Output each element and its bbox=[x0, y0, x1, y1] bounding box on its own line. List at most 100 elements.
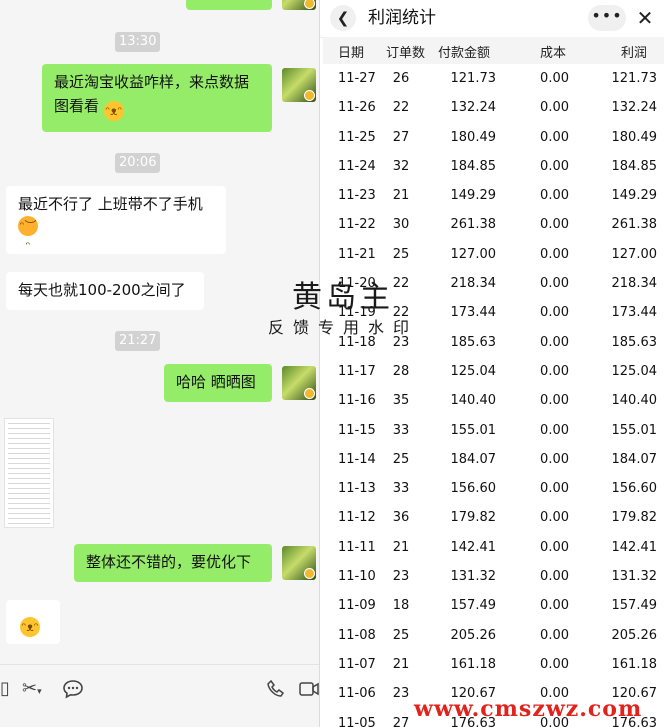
cell-payment: 155.01 bbox=[450, 422, 497, 438]
table-row: 11-22 30 261.38 0.00 261.38 bbox=[323, 210, 664, 239]
cell-cost: 0.00 bbox=[540, 188, 569, 204]
header-profit: 利润 bbox=[621, 46, 648, 61]
cell-orders: 21 bbox=[392, 539, 410, 555]
phone-icon[interactable] bbox=[266, 679, 286, 704]
screenshot-thumbnail[interactable] bbox=[4, 418, 54, 528]
cell-date: 11-25 bbox=[338, 129, 376, 145]
cell-orders: 22 bbox=[392, 276, 410, 292]
table-row: 11-18 23 185.63 0.00 185.63 bbox=[323, 328, 664, 357]
cell-cost: 0.00 bbox=[540, 481, 569, 497]
table-row: 11-12 36 179.82 0.00 179.82 bbox=[323, 503, 664, 532]
avatar-icon[interactable] bbox=[282, 546, 316, 580]
cell-cost: 0.00 bbox=[540, 129, 569, 145]
cell-orders: 27 bbox=[392, 129, 410, 145]
cell-cost: 0.00 bbox=[540, 71, 569, 86]
cell-orders: 30 bbox=[392, 217, 410, 233]
site-watermark: www.cmszwz.com bbox=[414, 696, 643, 722]
cell-orders: 28 bbox=[392, 363, 410, 379]
chat-bubble-other[interactable]: 最近不行了 上班带不了手机 ᵔ︶ᵔ bbox=[6, 186, 226, 254]
cell-profit: 155.01 bbox=[611, 422, 658, 438]
laugh-cry-emoji-icon: ᵔ︶ᵔ bbox=[18, 216, 38, 253]
cell-profit: 173.44 bbox=[611, 305, 658, 321]
video-icon[interactable] bbox=[298, 679, 320, 704]
cell-orders: 32 bbox=[392, 158, 410, 174]
cell-cost: 0.00 bbox=[540, 656, 569, 672]
cell-orders: 25 bbox=[392, 246, 410, 262]
avatar-icon[interactable] bbox=[282, 68, 316, 102]
grin-emoji-icon: ᵔᴥᵔ bbox=[20, 617, 40, 637]
cell-profit: 156.60 bbox=[611, 481, 658, 497]
grin-emoji-icon: ᵔᴥᵔ bbox=[103, 101, 124, 121]
cell-payment: 125.04 bbox=[450, 363, 497, 379]
cell-orders: 22 bbox=[392, 305, 410, 321]
chat-bubble-top-partial[interactable] bbox=[186, 0, 272, 10]
header-cost: 成本 bbox=[540, 46, 567, 61]
cell-date: 11-27 bbox=[338, 71, 376, 86]
timestamp: 21:27 bbox=[115, 331, 161, 351]
cell-profit: 142.41 bbox=[611, 539, 658, 555]
cell-date: 11-15 bbox=[338, 422, 376, 438]
cell-profit: 127.00 bbox=[611, 246, 658, 262]
table-row: 11-10 23 131.32 0.00 131.32 bbox=[323, 562, 664, 591]
table-row: 11-19 22 173.44 0.00 173.44 bbox=[323, 298, 664, 327]
cell-orders: 36 bbox=[392, 510, 410, 526]
cell-cost: 0.00 bbox=[540, 246, 569, 262]
cell-profit: 184.85 bbox=[611, 158, 658, 174]
cell-payment: 131.32 bbox=[450, 569, 497, 585]
cell-payment: 161.18 bbox=[450, 656, 497, 672]
cell-payment: 218.34 bbox=[450, 276, 497, 292]
table-row: 11-21 25 127.00 0.00 127.00 bbox=[323, 240, 664, 269]
header-payment: 付款金额 bbox=[438, 46, 491, 61]
cell-orders: 23 bbox=[392, 569, 410, 585]
cell-orders: 23 bbox=[392, 686, 410, 702]
cell-cost: 0.00 bbox=[540, 363, 569, 379]
partial-icon[interactable]: ▯ bbox=[0, 679, 10, 699]
header-orders: 订单数 bbox=[386, 46, 426, 61]
table-body: 11-27 26 121.73 0.00 121.73 11-26 22 132.24 0.00… bbox=[323, 64, 664, 727]
avatar-icon[interactable] bbox=[282, 0, 316, 10]
chat-bubble-me[interactable]: 哈哈 晒晒图 bbox=[164, 364, 272, 402]
table-row: 11-09 18 157.49 0.00 157.49 bbox=[323, 591, 664, 620]
cell-cost: 0.00 bbox=[540, 276, 569, 292]
chat-bubble-other[interactable]: ᵔᴥᵔ bbox=[6, 600, 60, 644]
cell-date: 11-16 bbox=[338, 393, 376, 409]
table-row: 11-17 28 125.04 0.00 125.04 bbox=[323, 357, 664, 386]
chat-bubble-me[interactable]: 最近淘宝收益咋样，来点数据图看看 ᵔᴥᵔ bbox=[42, 64, 272, 132]
cell-date: 11-08 bbox=[338, 627, 376, 643]
cell-date: 11-19 bbox=[338, 305, 376, 321]
cell-orders: 25 bbox=[392, 627, 410, 643]
cell-date: 11-09 bbox=[338, 598, 376, 614]
avatar-icon[interactable] bbox=[282, 366, 316, 400]
close-icon[interactable]: ✕ bbox=[632, 5, 658, 31]
cell-payment: 132.24 bbox=[450, 100, 497, 116]
header-date: 日期 bbox=[338, 46, 365, 61]
cell-payment: 184.07 bbox=[450, 451, 497, 467]
more-dots-icon[interactable]: ••• bbox=[588, 5, 626, 31]
chat-bubble-other[interactable]: 每天也就100-200之间了 bbox=[6, 272, 204, 310]
cell-profit: 131.32 bbox=[611, 569, 658, 585]
message-text: 整体还不错的，要优化下 bbox=[86, 553, 252, 571]
cell-profit: 149.29 bbox=[611, 188, 658, 204]
cell-orders: 27 bbox=[392, 715, 410, 727]
cell-date: 11-10 bbox=[338, 569, 376, 585]
cell-payment: 205.26 bbox=[450, 627, 497, 643]
table-row: 11-08 25 205.26 0.00 205.26 bbox=[323, 621, 664, 650]
timestamp: 13:30 bbox=[115, 32, 161, 52]
cell-date: 11-12 bbox=[338, 510, 376, 526]
chat-bubble-icon[interactable] bbox=[62, 679, 84, 704]
table-row: 11-11 21 142.41 0.00 142.41 bbox=[323, 533, 664, 562]
table-row: 11-27 26 121.73 0.00 121.73 bbox=[323, 64, 664, 93]
message-text: 每天也就100-200之间了 bbox=[18, 281, 186, 299]
chevron-left-icon[interactable]: ❮ bbox=[330, 5, 356, 31]
table-row: 11-16 35 140.40 0.00 140.40 bbox=[323, 386, 664, 415]
cell-cost: 0.00 bbox=[540, 393, 569, 409]
cell-payment: 179.82 bbox=[450, 510, 497, 526]
cell-cost: 0.00 bbox=[540, 217, 569, 233]
chat-bubble-me[interactable]: 整体还不错的，要优化下 bbox=[74, 544, 272, 582]
scissors-icon[interactable]: ✂▾ bbox=[22, 679, 42, 702]
table-row: 11-26 22 132.24 0.00 132.24 bbox=[323, 93, 664, 122]
cell-payment: 180.49 bbox=[450, 129, 497, 145]
cell-orders: 33 bbox=[392, 481, 410, 497]
cell-cost: 0.00 bbox=[540, 510, 569, 526]
cell-date: 11-24 bbox=[338, 158, 376, 174]
